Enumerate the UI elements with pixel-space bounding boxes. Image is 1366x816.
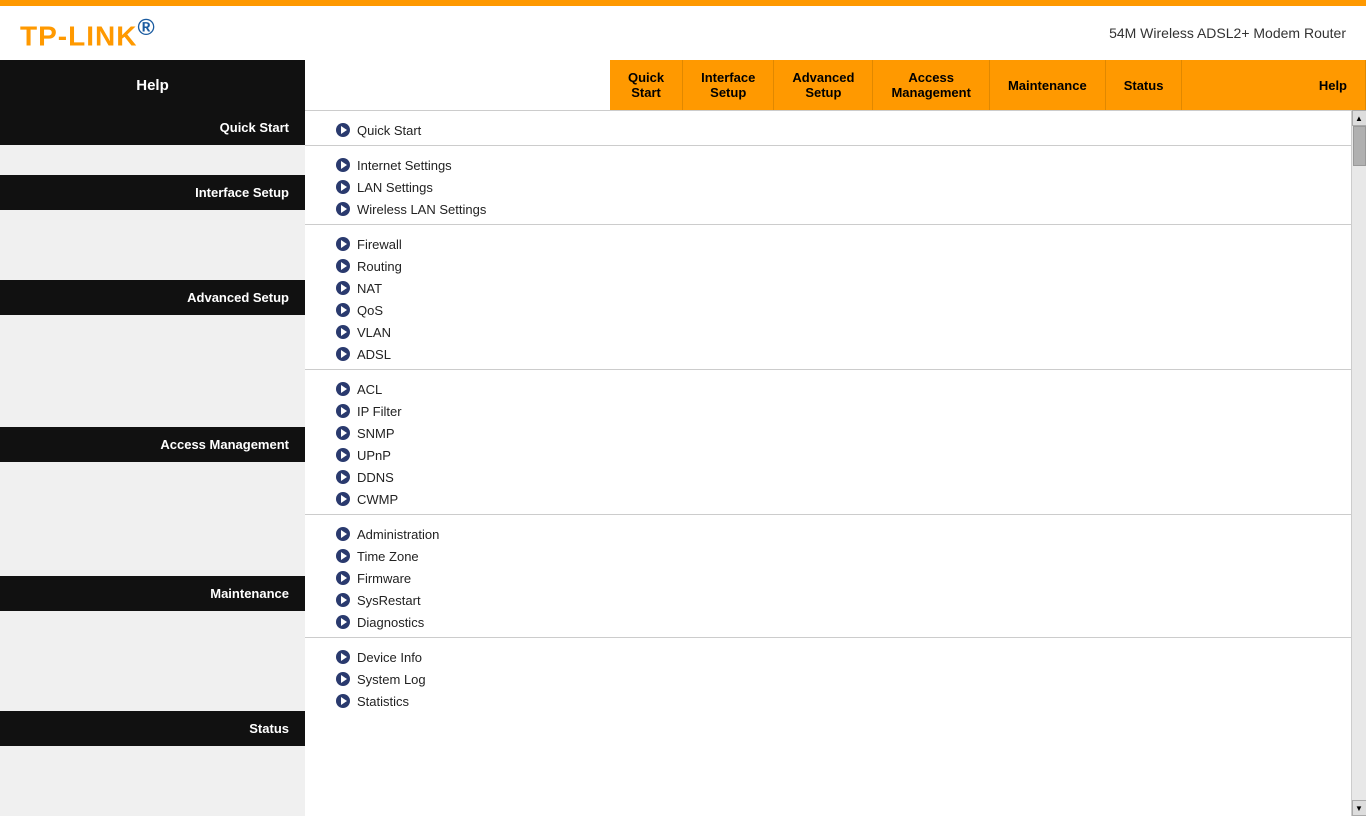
bullet-icon-ddns [335, 469, 351, 485]
nav-interface-setup[interactable]: InterfaceSetup [683, 60, 774, 110]
link-upnp[interactable]: UPnP [305, 444, 1351, 466]
link-snmp[interactable]: SNMP [305, 422, 1351, 444]
section-interface-setup: Internet Settings LAN Settings Wireless … [305, 146, 1351, 224]
section-advanced-setup: Firewall Routing NAT [305, 225, 1351, 369]
sidebar-item-quick-start[interactable]: Quick Start [0, 110, 305, 145]
nav-maintenance[interactable]: Maintenance [990, 60, 1106, 110]
main-layout: Quick Start Interface Setup Advanced Set… [0, 110, 1366, 816]
section-status: Device Info System Log Statistics [305, 638, 1351, 716]
nav-status[interactable]: Status [1106, 60, 1183, 110]
link-wireless-lan-settings[interactable]: Wireless LAN Settings [305, 198, 1351, 220]
bullet-icon-internet [335, 157, 351, 173]
link-sysrestart[interactable]: SysRestart [305, 589, 1351, 611]
bullet-icon-system-log [335, 671, 351, 687]
bullet-icon-qos [335, 302, 351, 318]
link-internet-settings[interactable]: Internet Settings [305, 154, 1351, 176]
header: TP-LINK® 54M Wireless ADSL2+ Modem Route… [0, 6, 1366, 60]
link-system-log[interactable]: System Log [305, 668, 1351, 690]
bullet-icon-device-info [335, 649, 351, 665]
sidebar-body-maintenance [0, 611, 305, 711]
link-firmware[interactable]: Firmware [305, 567, 1351, 589]
link-routing[interactable]: Routing [305, 255, 1351, 277]
nav-advanced-setup[interactable]: AdvancedSetup [774, 60, 873, 110]
bullet-icon-wlan [335, 201, 351, 217]
bullet-icon-acl [335, 381, 351, 397]
logo: TP-LINK® [20, 14, 156, 52]
sidebar-body-status [0, 746, 305, 816]
link-vlan[interactable]: VLAN [305, 321, 1351, 343]
link-firewall[interactable]: Firewall [305, 233, 1351, 255]
link-administration[interactable]: Administration [305, 523, 1351, 545]
section-access-management: ACL IP Filter SNMP [305, 370, 1351, 514]
bullet-icon-adsl [335, 346, 351, 362]
link-cwmp[interactable]: CWMP [305, 488, 1351, 510]
bullet-icon-cwmp [335, 491, 351, 507]
nav-access-management[interactable]: AccessManagement [873, 60, 989, 110]
link-device-info[interactable]: Device Info [305, 646, 1351, 668]
nav-row: Help QuickStart InterfaceSetup AdvancedS… [0, 60, 1366, 110]
bullet-icon-lan [335, 179, 351, 195]
link-quick-start[interactable]: Quick Start [305, 119, 1351, 141]
logo-tp: TP-LINK [20, 20, 137, 51]
help-label-block: Help [0, 60, 305, 110]
logo-registered: ® [137, 14, 155, 40]
bullet-icon-firmware [335, 570, 351, 586]
content-area: Quick Start Internet Settings [305, 110, 1351, 816]
scrollbar[interactable]: ▲ ▼ [1351, 110, 1366, 816]
bullet-icon-nat [335, 280, 351, 296]
nav-quick-start[interactable]: QuickStart [610, 60, 683, 110]
bullet-icon-snmp [335, 425, 351, 441]
sidebar-body-quick-start [0, 145, 305, 175]
device-name: 54M Wireless ADSL2+ Modem Router [1109, 25, 1346, 41]
bullet-icon-vlan [335, 324, 351, 340]
section-quick-start: Quick Start [305, 111, 1351, 145]
scroll-up-button[interactable]: ▲ [1352, 110, 1366, 126]
sidebar-body-interface-setup [0, 210, 305, 280]
section-maintenance: Administration Time Zone Firmware [305, 515, 1351, 637]
sidebar-item-access-management[interactable]: Access Management [0, 427, 305, 462]
help-heading: Help [0, 60, 305, 110]
bullet-icon-diagnostics [335, 614, 351, 630]
sidebar-item-status[interactable]: Status [0, 711, 305, 746]
bullet-icon-firewall [335, 236, 351, 252]
link-adsl[interactable]: ADSL [305, 343, 1351, 365]
link-lan-settings[interactable]: LAN Settings [305, 176, 1351, 198]
bullet-icon-statistics [335, 693, 351, 709]
link-acl[interactable]: ACL [305, 378, 1351, 400]
bullet-icon-sysrestart [335, 592, 351, 608]
sidebar-item-advanced-setup[interactable]: Advanced Setup [0, 280, 305, 315]
scroll-down-button[interactable]: ▼ [1352, 800, 1366, 816]
scroll-thumb[interactable] [1353, 126, 1366, 166]
sidebar-item-maintenance[interactable]: Maintenance [0, 576, 305, 611]
nav-help[interactable]: Help [1301, 60, 1366, 110]
sidebar-body-access-management [0, 462, 305, 576]
scroll-track [1352, 126, 1366, 800]
nav-bar: QuickStart InterfaceSetup AdvancedSetup … [610, 60, 1366, 110]
sidebar: Quick Start Interface Setup Advanced Set… [0, 110, 305, 816]
link-ip-filter[interactable]: IP Filter [305, 400, 1351, 422]
sidebar-body-advanced-setup [0, 315, 305, 427]
bullet-icon-admin [335, 526, 351, 542]
bullet-icon-timezone [335, 548, 351, 564]
bullet-icon-routing [335, 258, 351, 274]
link-diagnostics[interactable]: Diagnostics [305, 611, 1351, 633]
link-statistics[interactable]: Statistics [305, 690, 1351, 712]
link-ddns[interactable]: DDNS [305, 466, 1351, 488]
sidebar-item-interface-setup[interactable]: Interface Setup [0, 175, 305, 210]
bullet-icon-ip-filter [335, 403, 351, 419]
bullet-icon-upnp [335, 447, 351, 463]
bullet-icon-qs [335, 122, 351, 138]
link-time-zone[interactable]: Time Zone [305, 545, 1351, 567]
link-qos[interactable]: QoS [305, 299, 1351, 321]
link-nat[interactable]: NAT [305, 277, 1351, 299]
